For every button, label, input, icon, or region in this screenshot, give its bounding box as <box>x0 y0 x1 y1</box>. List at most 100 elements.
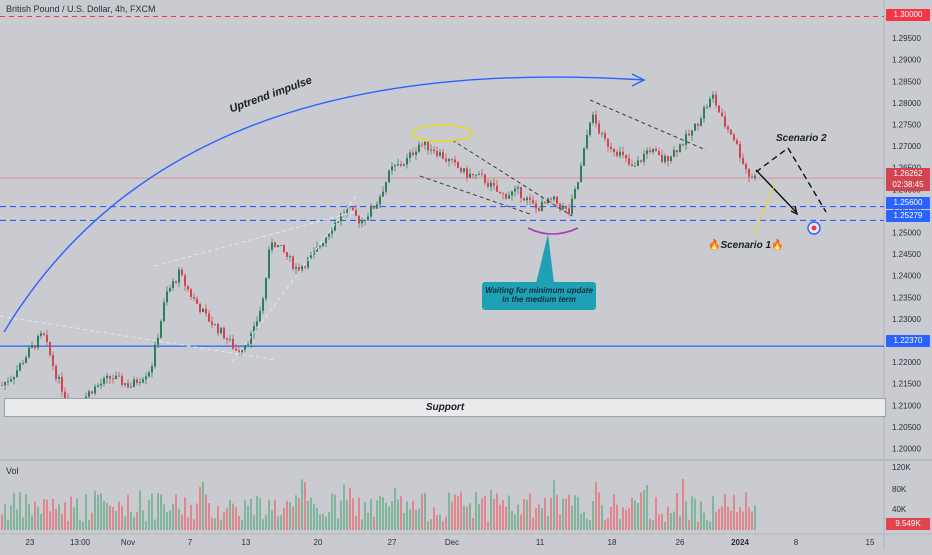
candle-body <box>649 150 651 153</box>
volume-bar <box>37 507 39 530</box>
candle-body <box>460 167 462 172</box>
volume-bar <box>172 503 174 530</box>
y-tick-label: 1.29000 <box>892 56 921 65</box>
candle-body <box>319 246 321 248</box>
volume-bar <box>355 515 357 530</box>
candle-body <box>277 245 279 248</box>
volume-bar <box>595 482 597 530</box>
y-tick-label: 1.29500 <box>892 34 921 43</box>
volume-bar <box>244 500 246 530</box>
candle-body <box>94 386 96 394</box>
volume-bar <box>685 501 687 530</box>
volume-bar <box>574 495 576 530</box>
candle-body <box>13 376 15 380</box>
y-tick-label: 1.20500 <box>892 423 921 432</box>
candle-body <box>238 350 240 352</box>
volume-badge: 9.549K <box>886 518 930 530</box>
volume-bar <box>349 487 351 530</box>
candle-body <box>598 123 600 134</box>
volume-bar <box>235 507 237 530</box>
volume-bar <box>97 495 99 530</box>
candle-body <box>25 357 27 364</box>
support-zone[interactable]: Support <box>4 398 886 417</box>
volume-bar <box>742 511 744 530</box>
volume-bar <box>91 512 93 530</box>
volume-bar <box>313 504 315 530</box>
candle-body <box>22 363 24 364</box>
volume-bar <box>376 500 378 530</box>
callout-note[interactable]: Waiting for minimum update in the medium… <box>482 282 596 310</box>
volume-bar <box>436 514 438 530</box>
candle-body <box>217 323 219 334</box>
candle-body <box>415 151 417 155</box>
volume-bar <box>127 494 129 530</box>
volume-bar <box>697 521 699 530</box>
volume-bar <box>433 507 435 530</box>
candle-body <box>211 321 213 325</box>
scenario1-text: Scenario 1 <box>720 240 772 251</box>
volume-bar <box>391 501 393 530</box>
volume-bar <box>337 518 339 530</box>
volume-bar <box>430 519 432 530</box>
candle-body <box>304 266 306 268</box>
price-chart[interactable]: 1.30000 1.29500 1.29000 1.28500 1.28000 1.275… <box>0 0 932 550</box>
volume-bar <box>142 510 144 530</box>
volume-bar <box>556 494 558 530</box>
candle-body <box>397 164 399 166</box>
candle-body <box>631 164 633 166</box>
volume-bar <box>64 502 66 530</box>
candle-body <box>511 191 513 196</box>
candle-body <box>145 376 147 380</box>
volume-bar <box>199 486 201 530</box>
candle-body <box>535 203 537 209</box>
candle-body <box>562 206 564 210</box>
volume-bar <box>739 506 741 530</box>
candle-body <box>634 165 636 167</box>
volume-bar <box>298 498 300 530</box>
volume-bar <box>733 494 735 530</box>
candle-body <box>499 191 501 194</box>
candle-body <box>574 189 576 199</box>
candle-body <box>610 146 612 149</box>
volume-bar <box>598 492 600 530</box>
volume-bar <box>175 494 177 530</box>
candle-body <box>697 123 699 126</box>
candle-body <box>478 173 480 175</box>
x-tick-label: 23 <box>26 538 35 547</box>
volume-tick-label: 80K <box>892 485 907 494</box>
volume-bar <box>292 506 294 530</box>
volume-bar <box>34 501 36 530</box>
volume-bar <box>586 518 588 530</box>
candle-body <box>112 378 114 380</box>
candle-body <box>673 150 675 157</box>
y-tick-label: 1.28500 <box>892 77 921 86</box>
volume-bar <box>265 514 267 530</box>
candle-body <box>376 204 378 209</box>
volume-bar <box>22 517 24 530</box>
volume-bar <box>646 484 648 530</box>
volume-bar <box>28 503 30 530</box>
candle-body <box>97 385 99 387</box>
volume-bar <box>358 497 360 530</box>
volume-bar <box>190 504 192 530</box>
volume-bar <box>628 508 630 530</box>
candle-body <box>391 166 393 171</box>
candle-body <box>541 201 543 212</box>
candle-body <box>175 281 177 283</box>
candle-body <box>751 176 753 178</box>
volume-bar <box>328 512 330 530</box>
candle-body <box>667 155 669 161</box>
volume-bar <box>409 509 411 530</box>
candle-body <box>292 256 294 269</box>
volume-bar <box>706 520 708 530</box>
candle-body <box>205 308 207 314</box>
candle-body <box>418 144 420 152</box>
volume-bar <box>688 519 690 530</box>
x-tick-label: 7 <box>188 538 193 547</box>
candle-body <box>670 156 672 161</box>
volume-bar <box>502 499 504 530</box>
candle-body <box>703 107 705 119</box>
volume-bar <box>454 494 456 530</box>
volume-bar <box>331 493 333 530</box>
volume-bar <box>625 509 627 530</box>
